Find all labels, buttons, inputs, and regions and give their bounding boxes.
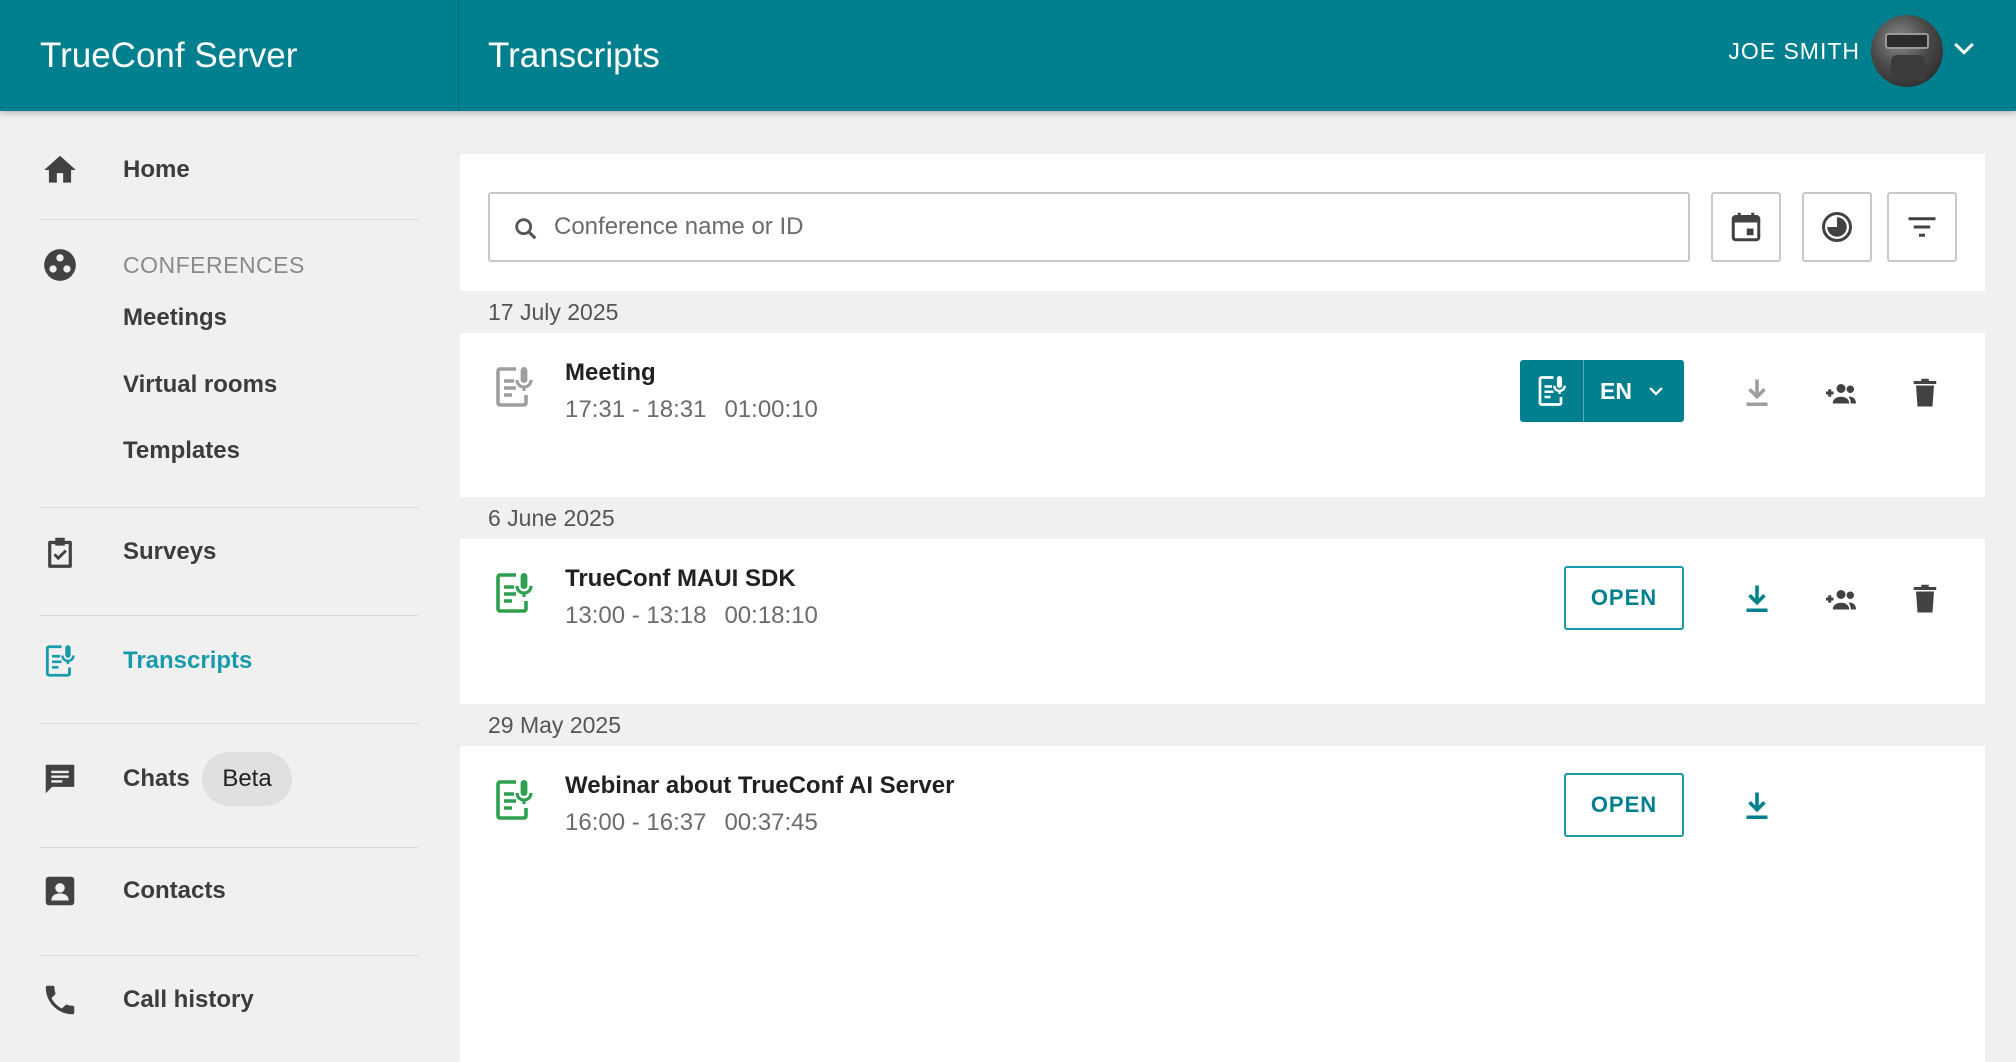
trash-icon	[1913, 584, 1937, 613]
conferences-icon	[40, 245, 80, 285]
app-brand[interactable]: TrueConf Server	[40, 0, 297, 111]
beta-badge: Beta	[202, 752, 292, 806]
chevron-down-icon	[1649, 387, 1663, 396]
conference-meta: 13:00 - 13:18 00:18:10	[565, 602, 818, 630]
time-range: 17:31 - 18:31	[565, 396, 707, 423]
trash-icon	[1913, 378, 1937, 407]
date-label: 17 July 2025	[488, 299, 619, 325]
sidebar-item-label: Contacts	[123, 877, 226, 904]
delete-button[interactable]	[1905, 579, 1945, 619]
download-icon	[1746, 585, 1768, 613]
transcript-language-button[interactable]: EN	[1520, 360, 1684, 422]
sidebar-item-call-history[interactable]: Call history	[0, 968, 459, 1032]
conference-title: Meeting	[565, 359, 656, 386]
sidebar-item-templates[interactable]: Templates	[123, 437, 240, 465]
search-input[interactable]	[554, 194, 1674, 260]
sidebar-item-label: Chats	[123, 765, 190, 792]
calendar-icon	[1731, 212, 1761, 242]
date-filter-button[interactable]	[1711, 192, 1781, 262]
open-button[interactable]: OPEN	[1564, 773, 1684, 837]
section-title-conferences: CONFERENCES	[123, 251, 305, 278]
sidebar-divider	[40, 723, 418, 724]
search-box[interactable]	[488, 192, 1690, 262]
sidebar-item-surveys[interactable]: Surveys	[0, 520, 459, 584]
transcript-icon	[496, 367, 533, 407]
list-item[interactable]: Meeting 17:31 - 18:31 01:00:10 EN	[460, 333, 1985, 499]
transcript-icon	[496, 780, 533, 820]
date-group-header: 29 May 2025	[460, 704, 1985, 746]
add-participants-button[interactable]	[1821, 579, 1861, 619]
sidebar-divider	[40, 219, 418, 220]
time-range: 13:00 - 13:18	[565, 602, 707, 629]
sidebar-item-contacts[interactable]: Contacts	[0, 859, 459, 923]
download-button[interactable]	[1737, 373, 1777, 413]
transcript-icon	[496, 573, 533, 613]
add-group-icon	[1826, 590, 1856, 610]
download-button[interactable]	[1737, 786, 1777, 826]
transcripts-panel: 17 July 2025 Meeting 17:31 - 18:31 01:00:…	[460, 154, 1985, 1062]
clock-pie-icon	[1822, 212, 1852, 242]
list-item[interactable]: TrueConf MAUI SDK 13:00 - 13:18 00:18:10 …	[460, 539, 1985, 705]
date-label: 6 June 2025	[488, 505, 615, 531]
add-participants-button[interactable]	[1821, 373, 1861, 413]
download-button[interactable]	[1737, 579, 1777, 619]
page-title: Transcripts	[488, 36, 660, 75]
conference-title: TrueConf MAUI SDK	[565, 565, 796, 592]
home-icon	[40, 150, 80, 190]
sidebar-item-meetings[interactable]: Meetings	[123, 304, 227, 332]
conference-title: Webinar about TrueConf AI Server	[565, 772, 955, 799]
sidebar-item-home[interactable]: Home	[0, 138, 459, 202]
duration: 00:18:10	[724, 602, 818, 629]
sidebar-item-label: Surveys	[123, 538, 217, 565]
avatar[interactable]	[1871, 15, 1943, 87]
transcript-icon	[1520, 360, 1584, 422]
header-divider	[458, 0, 459, 111]
sidebar-section-conferences: CONFERENCES	[0, 233, 459, 297]
sidebar-item-label: Home	[123, 156, 190, 183]
download-icon	[1746, 792, 1768, 820]
date-label: 29 May 2025	[488, 712, 621, 738]
date-group-header: 6 June 2025	[460, 497, 1985, 539]
phone-icon	[40, 980, 80, 1020]
duration: 00:37:45	[724, 809, 818, 836]
filter-button[interactable]	[1887, 192, 1957, 262]
contact-card-icon	[40, 871, 80, 911]
chevron-down-icon[interactable]	[1950, 34, 1978, 62]
delete-button[interactable]	[1905, 373, 1945, 413]
add-group-icon	[1826, 384, 1856, 404]
sidebar-divider	[40, 507, 418, 508]
top-app-bar: TrueConf Server Transcripts JOE SMITH	[0, 0, 2016, 111]
time-range: 16:00 - 16:37	[565, 809, 707, 836]
date-group-header: 17 July 2025	[460, 291, 1985, 333]
sidebar-item-virtual-rooms[interactable]: Virtual rooms	[123, 371, 277, 399]
language-label: EN	[1600, 377, 1632, 404]
conference-meta: 17:31 - 18:31 01:00:10	[565, 396, 818, 424]
filter-icon	[1908, 217, 1936, 237]
search-icon	[515, 218, 537, 240]
list-item[interactable]: Webinar about TrueConf AI Server 16:00 -…	[460, 746, 1985, 912]
sidebar-divider	[40, 847, 418, 848]
chat-icon	[40, 759, 80, 799]
sidebar-item-transcripts[interactable]: Transcripts	[0, 629, 459, 693]
open-button[interactable]: OPEN	[1564, 566, 1684, 630]
duration-filter-button[interactable]	[1802, 192, 1872, 262]
duration: 01:00:10	[724, 396, 818, 423]
sidebar-item-label: Call history	[123, 986, 254, 1013]
download-icon	[1746, 379, 1768, 407]
transcript-icon	[40, 641, 80, 681]
sidebar-item-label: Transcripts	[123, 647, 253, 674]
clipboard-check-icon	[40, 532, 80, 572]
conference-meta: 16:00 - 16:37 00:37:45	[565, 809, 818, 837]
sidebar: Home CONFERENCES Meetings Virtual rooms …	[0, 111, 459, 1062]
sidebar-divider	[40, 615, 418, 616]
user-name[interactable]: JOE SMITH	[1728, 0, 1860, 102]
sidebar-divider	[40, 955, 418, 956]
